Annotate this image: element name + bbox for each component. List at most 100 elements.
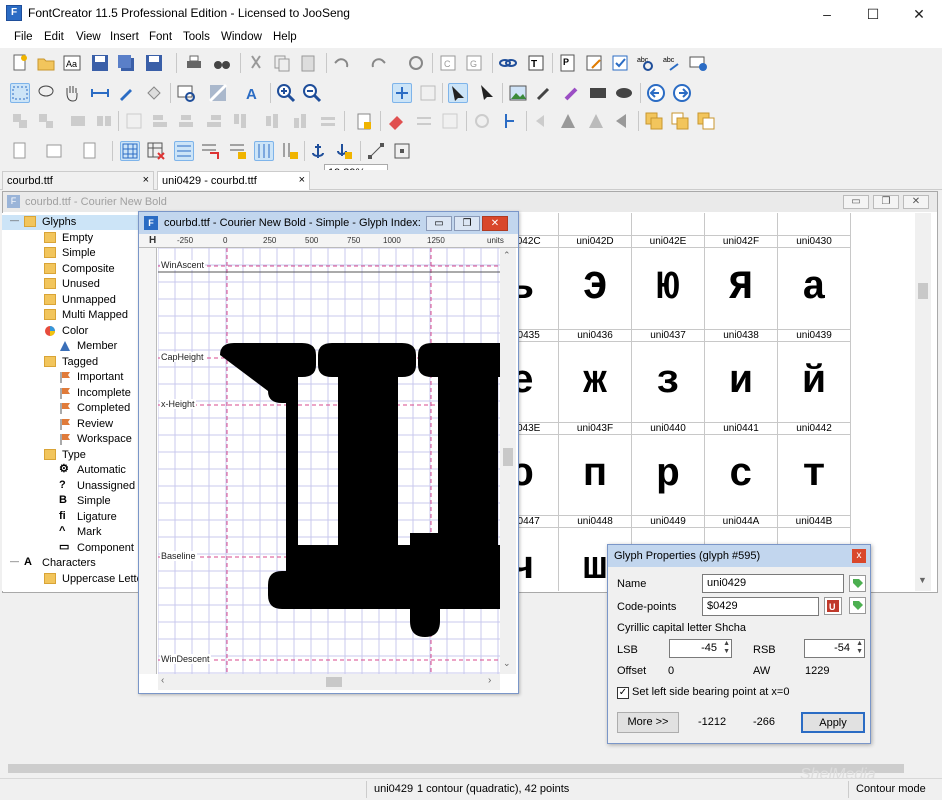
show-guidelines-icon[interactable]	[254, 141, 274, 161]
glyph-cell[interactable]: uni0442 т	[778, 422, 851, 516]
bearing-checkbox[interactable]: ✓	[617, 687, 629, 699]
new-glyph-icon[interactable]	[10, 141, 30, 161]
menu-file[interactable]: File	[14, 31, 33, 43]
glyph-cell[interactable]	[705, 213, 778, 235]
rect-select-icon[interactable]	[10, 83, 30, 103]
more-button[interactable]: More >>	[617, 712, 679, 733]
lsb-stepper[interactable]: -45 ▲ ▼	[669, 639, 732, 658]
glyph-cell[interactable]	[632, 213, 705, 235]
tree-item[interactable]: Tagged	[2, 355, 138, 370]
combine-icon[interactable]	[10, 111, 30, 131]
close-icon[interactable]: x	[852, 549, 866, 563]
glyph-cell[interactable]: uni0440 р	[632, 422, 705, 516]
menu-font[interactable]: Font	[149, 31, 172, 43]
lock-guidelines-icon[interactable]	[280, 141, 300, 161]
find-icon[interactable]	[212, 53, 232, 73]
tree-item[interactable]: B Simple	[2, 494, 138, 509]
image-icon[interactable]	[508, 83, 528, 103]
glyph-cell[interactable]: uni0435 е	[516, 329, 559, 423]
node-path-icon[interactable]	[366, 141, 386, 161]
tab-courbd[interactable]: courbd.ttf ×	[2, 171, 154, 190]
save-as-icon[interactable]	[144, 53, 164, 73]
glyph-cell[interactable]: uni0438 и	[705, 329, 778, 423]
collapse-icon[interactable]: —	[10, 556, 19, 566]
zoom-window-icon[interactable]	[418, 83, 438, 103]
back-arrow-icon[interactable]	[646, 83, 666, 103]
glyph-cell[interactable]	[516, 213, 559, 235]
pen-icon[interactable]	[116, 83, 136, 103]
close-button[interactable]: ✕	[896, 0, 942, 28]
scroll-thumb[interactable]	[8, 764, 904, 773]
glyph-cell[interactable]: uni043F п	[559, 422, 632, 516]
new-font-icon[interactable]	[10, 53, 30, 73]
fill-icon[interactable]	[144, 83, 164, 103]
open-folder-icon[interactable]	[36, 53, 56, 73]
align-grid-icon[interactable]	[124, 111, 144, 131]
highlighter-icon[interactable]	[562, 83, 582, 103]
lasso-icon[interactable]	[36, 83, 56, 103]
rsb-stepper[interactable]: -54 ▲ ▼	[804, 639, 865, 658]
tag-icon[interactable]	[849, 575, 866, 592]
glyph-cell[interactable]: uni0439 й	[778, 329, 851, 423]
close-icon[interactable]: ×	[299, 174, 305, 186]
add-screen-icon[interactable]	[688, 53, 708, 73]
eraser-icon[interactable]	[386, 111, 406, 131]
image-zoom-icon[interactable]	[176, 83, 196, 103]
codepoints-field[interactable]: $0429	[702, 597, 819, 616]
pointer-icon[interactable]	[448, 83, 468, 103]
scroll-thumb[interactable]	[326, 677, 342, 687]
glyph-minimize-button[interactable]: ▭	[426, 216, 452, 231]
node-pointer-icon[interactable]	[476, 83, 496, 103]
contour-direction-icon[interactable]	[440, 111, 460, 131]
anchor-point-icon[interactable]	[500, 111, 520, 131]
tree-item[interactable]: Uppercase Letters	[2, 572, 138, 587]
maximize-button[interactable]: ☐	[850, 0, 896, 28]
validate-icon[interactable]	[610, 53, 630, 73]
clipboard-icon[interactable]	[354, 111, 374, 131]
tree-item[interactable]: Review	[2, 417, 138, 432]
ellipse-shape-icon[interactable]	[614, 83, 634, 103]
unicode-icon[interactable]: U	[824, 597, 842, 615]
properties-icon[interactable]: P	[558, 53, 578, 73]
align-left-icon[interactable]	[150, 111, 170, 131]
name-field[interactable]: uni0429	[702, 574, 844, 593]
glyph-cell[interactable]: uni0436 ж	[559, 329, 632, 423]
tree-item[interactable]: ^ Mark	[2, 525, 138, 540]
tree-item[interactable]: Completed	[2, 401, 138, 416]
tree-item[interactable]: Important	[2, 370, 138, 385]
menu-tools[interactable]: Tools	[183, 31, 210, 43]
align-middle-icon[interactable]	[262, 111, 282, 131]
tree-item[interactable]: ⚙ Automatic	[2, 463, 138, 478]
align-right-icon[interactable]	[204, 111, 224, 131]
spin-arrows-icon[interactable]: ▲ ▼	[856, 640, 863, 656]
page-icon[interactable]	[80, 141, 100, 161]
show-grid-icon[interactable]	[120, 141, 140, 161]
minimize-button[interactable]: –	[804, 0, 850, 28]
edit-list-icon[interactable]	[584, 53, 604, 73]
mdi-restore-button[interactable]: ❐	[873, 195, 899, 209]
print-icon[interactable]	[184, 53, 204, 73]
ungroup-icon[interactable]	[94, 111, 114, 131]
glyph-cell[interactable]: uni042C ь	[516, 235, 559, 329]
menu-help[interactable]: Help	[273, 31, 297, 43]
menu-edit[interactable]: Edit	[44, 31, 64, 43]
tree-item[interactable]: Color	[2, 324, 138, 339]
subtract-icon[interactable]	[696, 111, 716, 131]
tree-item[interactable]: — A Characters	[2, 556, 138, 571]
background-icon[interactable]	[208, 83, 228, 103]
mdi-close-button[interactable]: ✕	[903, 195, 929, 209]
grid-scrollbar[interactable]: ▼	[915, 213, 931, 591]
save-icon[interactable]	[90, 53, 110, 73]
tree-item[interactable]: Simple	[2, 246, 138, 261]
scroll-down-icon[interactable]: ▼	[918, 575, 927, 585]
show-metrics-icon[interactable]	[174, 141, 194, 161]
union-icon[interactable]	[644, 111, 664, 131]
menu-view[interactable]: View	[76, 31, 101, 43]
glyph-canvas[interactable]: WinAscent CapHeight x-Height Baseline Wi…	[158, 248, 500, 674]
spin-arrows-icon[interactable]: ▲ ▼	[723, 640, 730, 656]
tree-item[interactable]: ▭ Component	[2, 541, 138, 556]
zoom-out-icon[interactable]	[302, 83, 322, 103]
save-all-icon[interactable]	[116, 53, 136, 73]
scroll-up-icon[interactable]: ⌃	[503, 250, 511, 261]
forward-arrow-icon[interactable]	[672, 83, 692, 103]
